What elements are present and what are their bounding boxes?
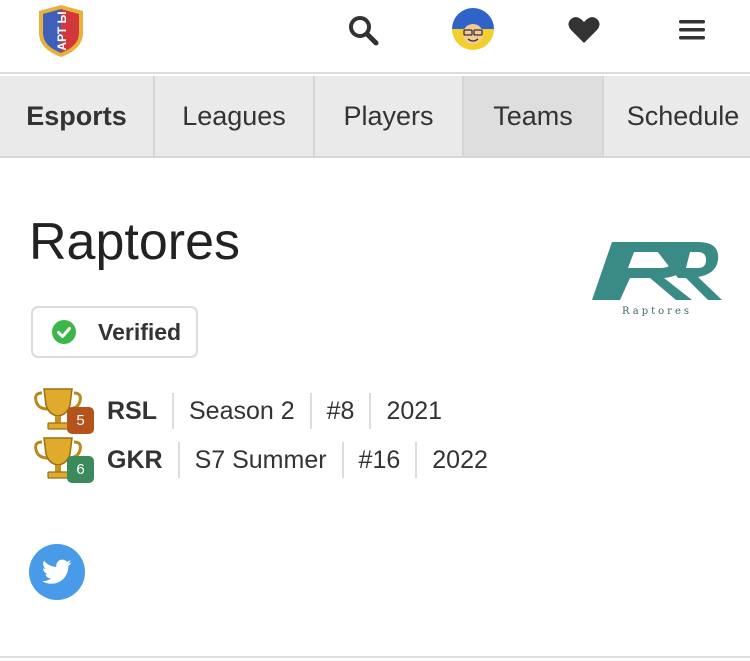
footer-divider [0,656,750,661]
search-button[interactable] [343,10,383,50]
search-icon [349,16,379,46]
logo-text: АРТ ЬI [55,11,69,50]
achievement-row: 5 RSL Season 2 #8 2021 [34,387,457,435]
top-bar: АРТ ЬI [0,0,750,74]
verified-badge: Verified [31,306,198,358]
menu-button[interactable] [672,10,712,50]
twitter-icon [42,559,72,584]
tab-schedule[interactable]: Schedule [604,76,750,156]
team-logo-caption: Raptores [622,306,692,317]
hamburger-menu-icon [679,20,705,40]
trophy: 5 [34,387,96,435]
team-logo: Raptores [590,240,724,320]
twitter-button[interactable] [29,544,85,600]
page-title: Raptores [29,213,240,271]
tab-esports[interactable]: Esports [0,76,155,156]
check-circle-icon [52,320,76,344]
achievement-league[interactable]: GKR [96,442,178,478]
achievement-rank: #16 [341,442,416,478]
trophy: 6 [34,436,96,484]
achievement-badge: 6 [67,456,94,483]
achievement-league[interactable]: RSL [96,393,172,429]
achievement-rank: #8 [309,393,370,429]
favorites-button[interactable] [564,10,604,50]
achievement-season: Season 2 [172,393,310,429]
tab-leagues[interactable]: Leagues [155,76,315,156]
tab-players[interactable]: Players [315,76,464,156]
tab-teams[interactable]: Teams [464,76,604,156]
achievement-season: S7 Summer [177,442,342,478]
achievement-year: 2021 [369,393,457,429]
nav-tabs: Esports Leagues Players Teams Schedule [0,76,750,158]
verified-label: Verified [98,318,182,345]
achievement-row: 6 GKR S7 Summer #16 2022 [34,436,503,484]
heart-icon [568,17,600,43]
achievement-badge: 5 [67,407,94,434]
avatar[interactable] [452,8,494,50]
achievement-year: 2022 [415,442,503,478]
avatar-icon [452,8,494,50]
site-logo-icon[interactable]: АРТ ЬI [35,3,87,59]
